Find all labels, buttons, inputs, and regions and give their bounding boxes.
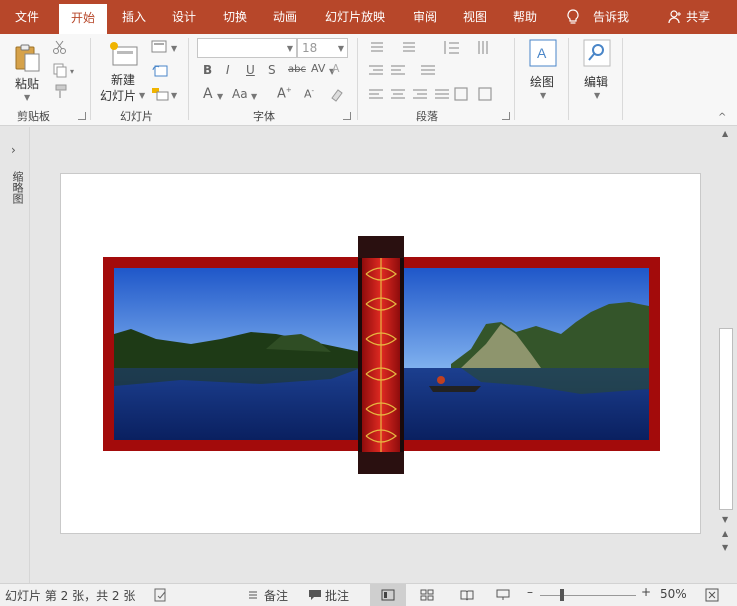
collapse-ribbon-icon[interactable]: ^ xyxy=(718,112,726,123)
tab-home[interactable]: 开始 xyxy=(59,4,107,34)
tab-insert[interactable]: 插入 xyxy=(112,0,156,34)
group-label-paragraph: 段落 xyxy=(416,110,438,123)
new-slide-button[interactable]: 新建 幻灯片 ▼ xyxy=(96,38,150,104)
underline-button[interactable]: U xyxy=(246,63,255,77)
eraser-icon[interactable] xyxy=(329,86,345,102)
spellcheck-icon[interactable] xyxy=(154,588,168,602)
format-painter-icon[interactable] xyxy=(52,84,68,100)
scroll-up-icon[interactable]: ▲ xyxy=(722,129,728,138)
scrollbar-thumb[interactable] xyxy=(719,328,733,510)
shapes-icon: A xyxy=(529,39,557,67)
copy-icon[interactable] xyxy=(52,62,68,78)
font-size-combo[interactable]: 18 ▼ xyxy=(297,38,348,58)
zoom-out-button[interactable]: – xyxy=(527,585,533,599)
new-slide-label-2: 幻灯片 xyxy=(100,89,137,103)
share-button[interactable]: 共享 xyxy=(668,0,710,34)
clipboard-paste-icon xyxy=(15,44,40,72)
font-name-combo[interactable]: ▼ xyxy=(197,38,297,58)
tab-slideshow[interactable]: 幻灯片放映 xyxy=(318,0,392,34)
slide-counter: 幻灯片 第 2 张，共 2 张 xyxy=(5,589,136,603)
tab-file[interactable]: 文件 xyxy=(5,0,49,34)
drawing-button[interactable]: A 绘图 ▼ xyxy=(522,38,562,104)
tab-view[interactable]: 视图 xyxy=(453,0,497,34)
group-label-clipboard: 剪贴板 xyxy=(17,110,50,123)
cut-icon[interactable] xyxy=(52,39,68,55)
drawing-label: 绘图 xyxy=(530,75,555,89)
bold-button[interactable]: B xyxy=(203,63,212,77)
normal-view-icon xyxy=(381,589,395,601)
layout-icon[interactable] xyxy=(151,40,169,54)
zoom-level[interactable]: 50% xyxy=(660,587,687,601)
paste-label: 粘贴 xyxy=(15,77,40,91)
font-launcher[interactable] xyxy=(343,112,351,120)
group-label-slides: 幻灯片 xyxy=(120,110,153,123)
comments-icon[interactable] xyxy=(308,589,322,601)
tab-animations[interactable]: 动画 xyxy=(263,0,307,34)
char-spacing-button[interactable]: AV xyxy=(311,62,325,75)
font-size-value: 18 xyxy=(302,41,318,55)
reading-view-icon[interactable] xyxy=(460,589,474,601)
paragraph-launcher[interactable] xyxy=(502,112,510,120)
prev-slide-icon[interactable]: ▲ xyxy=(722,529,728,538)
group-label-font: 字体 xyxy=(253,110,275,123)
tab-help[interactable]: 帮助 xyxy=(503,0,547,34)
font-color-button[interactable]: A xyxy=(203,86,213,102)
clipboard-launcher[interactable] xyxy=(78,112,86,120)
new-slide-label-1: 新建 xyxy=(111,73,136,87)
tab-transitions[interactable]: 切换 xyxy=(213,0,257,34)
tab-review[interactable]: 审阅 xyxy=(403,0,447,34)
clear-format-icon[interactable]: A xyxy=(330,61,344,75)
next-slide-icon[interactable]: ▼ xyxy=(722,543,728,552)
status-bar: 幻灯片 第 2 张，共 2 张 备注 批注 – + 50% xyxy=(0,583,737,606)
reset-icon[interactable] xyxy=(151,64,169,78)
tell-me-box[interactable]: 告诉我 xyxy=(566,0,629,34)
scroll-down-icon[interactable]: ▼ xyxy=(722,515,728,524)
landscape-scroll-image[interactable] xyxy=(61,174,702,535)
shrink-font-button[interactable]: A- xyxy=(304,87,314,101)
slide-canvas[interactable] xyxy=(60,173,701,534)
change-case-button[interactable]: Aa xyxy=(232,87,248,101)
paste-button[interactable]: 粘贴 ▼ xyxy=(10,40,46,102)
new-slide-icon xyxy=(110,42,138,66)
notes-icon[interactable] xyxy=(247,589,259,601)
expand-pane-icon[interactable]: › xyxy=(11,143,16,157)
grow-font-button[interactable]: A+ xyxy=(277,86,292,101)
zoom-slider-thumb[interactable] xyxy=(560,589,564,601)
svg-text:A: A xyxy=(332,62,340,75)
zoom-slider[interactable] xyxy=(540,595,636,596)
user-icon xyxy=(668,10,681,24)
strikethrough-button[interactable]: abc xyxy=(288,64,306,75)
section-icon[interactable] xyxy=(151,87,169,101)
lightbulb-icon xyxy=(567,9,579,24)
fit-slide-icon[interactable] xyxy=(705,588,719,602)
comments-button[interactable]: 批注 xyxy=(325,587,349,604)
normal-view-button[interactable] xyxy=(370,584,406,606)
slide-sorter-icon[interactable] xyxy=(420,589,434,601)
svg-text:A: A xyxy=(537,45,547,61)
thumbnail-pane-collapsed: › 缩略图 xyxy=(0,127,30,583)
zoom-in-button[interactable]: + xyxy=(641,585,651,599)
tell-me-label: 告诉我 xyxy=(593,10,630,24)
share-label: 共享 xyxy=(686,10,711,24)
shadow-button[interactable]: S xyxy=(268,63,276,77)
paragraph-tools-icon[interactable] xyxy=(365,38,505,104)
slideshow-icon[interactable] xyxy=(496,589,510,601)
search-icon xyxy=(583,39,611,67)
editing-label: 编辑 xyxy=(584,75,609,89)
tab-design[interactable]: 设计 xyxy=(162,0,206,34)
ribbon-tab-bar: 文件 开始 插入 设计 切换 动画 幻灯片放映 审阅 视图 帮助 告诉我 共享 xyxy=(0,0,737,34)
ribbon-home: 粘贴 ▼ ▾ 剪贴板 新建 幻灯片 ▼ ▼ ▼ 幻灯片 ▼ 18 ▼ B I U… xyxy=(0,34,737,126)
editing-button[interactable]: 编辑 ▼ xyxy=(576,38,616,104)
italic-button[interactable]: I xyxy=(226,63,230,77)
notes-button[interactable]: 备注 xyxy=(264,587,288,604)
thumbnail-pane-label: 缩略图 xyxy=(11,171,24,204)
